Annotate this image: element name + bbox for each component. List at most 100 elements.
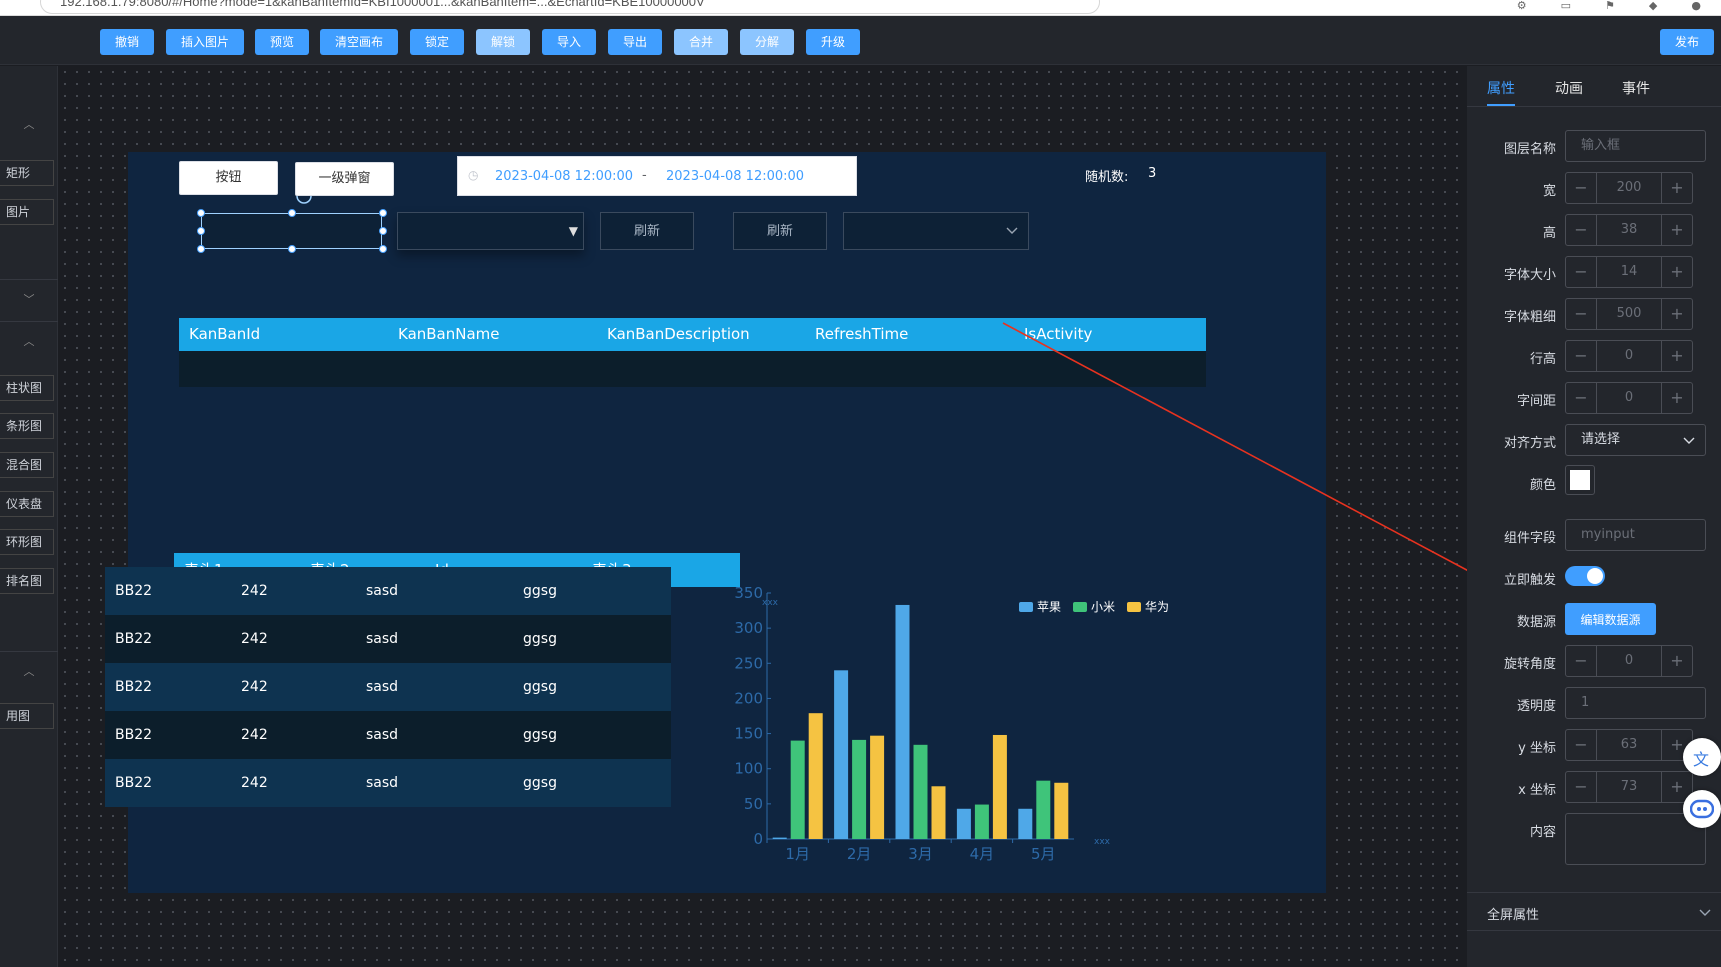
bar-chart[interactable]: xxx 0 50 100 150 200 250 300 350 1月 2月 3月 4月 5月 xxx 苹果 小… [719, 506, 1279, 886]
clear-canvas-button[interactable]: 清空画布 [320, 29, 398, 55]
sidebar-item-ring-chart[interactable]: 环形图 [0, 529, 54, 555]
minus-icon[interactable]: − [1566, 383, 1597, 413]
x-coord-stepper[interactable]: −73 + [1565, 771, 1693, 803]
url-text[interactable]: 192.168.1.79:8080/#/Home?mode=1&kanBanIt… [60, 0, 705, 9]
rotate-handle-icon[interactable] [294, 195, 314, 205]
editor-canvas[interactable]: 按钮 一级弹窗 ◷ 2023-04-08 12:00:00 - 2023-04-… [59, 66, 1467, 967]
assistant-icon[interactable] [1683, 790, 1721, 828]
unlock-button[interactable]: 解锁 [476, 29, 530, 55]
sidebar-item-gauge[interactable]: 仪表盘 [0, 491, 54, 517]
plus-icon[interactable]: + [1661, 341, 1692, 371]
opacity-input[interactable]: 1 [1565, 687, 1706, 719]
chevron-down-icon[interactable] [1699, 909, 1711, 917]
refresh-button-2[interactable]: 刷新 [733, 212, 827, 250]
column-header[interactable]: IsActivity [1024, 318, 1092, 351]
table-row[interactable]: BB22 242 sasd ggsg [105, 567, 671, 615]
minus-icon[interactable]: − [1566, 173, 1597, 203]
minus-icon[interactable]: − [1566, 257, 1597, 287]
sidebar-item-rect[interactable]: 矩形 [0, 160, 54, 186]
bar-3月-苹果 [895, 604, 910, 839]
height-stepper[interactable]: −38 + [1565, 214, 1693, 246]
font-size-stepper[interactable]: −14 + [1565, 256, 1693, 288]
sidebar-item-image[interactable]: 图片 [0, 199, 54, 225]
flag-icon[interactable]: ⚑ [1605, 0, 1615, 11]
table-row[interactable]: BB22 242 sasd ggsg [105, 663, 671, 711]
plus-icon[interactable]: + [1661, 257, 1692, 287]
column-header[interactable]: KanBanName [398, 318, 500, 351]
y-coord-stepper[interactable]: −63 + [1565, 729, 1693, 761]
window-icon[interactable]: ▭ [1561, 0, 1571, 11]
minus-icon[interactable]: − [1566, 215, 1597, 245]
merge-button[interactable]: 合并 [674, 29, 728, 55]
font-weight-stepper[interactable]: −500 + [1565, 298, 1693, 330]
plus-icon[interactable]: + [1661, 215, 1692, 245]
field-input[interactable]: myinput [1565, 519, 1706, 551]
insert-image-button[interactable]: 插入图片 [166, 29, 244, 55]
date-start[interactable]: 2023-04-08 12:00:00 [495, 169, 633, 184]
collapse-up-icon[interactable]: ︿ [0, 322, 58, 362]
dropdown-select-1[interactable]: ▼ [397, 212, 584, 250]
publish-button[interactable]: 发布 [1660, 29, 1714, 55]
split-button[interactable]: 分解 [740, 29, 794, 55]
table-row[interactable]: BB22 242 sasd ggsg [105, 615, 671, 663]
column-header[interactable]: KanBanDescription [607, 318, 750, 351]
column-header[interactable]: RefreshTime [815, 318, 908, 351]
minus-icon[interactable]: − [1566, 299, 1597, 329]
trigger-toggle[interactable] [1565, 566, 1605, 586]
browser-icons: ⚙ ▭ ⚑ ◆ ● [1517, 0, 1701, 11]
color-picker[interactable] [1565, 465, 1595, 495]
import-button[interactable]: 导入 [542, 29, 596, 55]
selection-handles[interactable] [196, 208, 388, 254]
content-textarea[interactable] [1565, 813, 1706, 865]
sidebar-item-rank-chart[interactable]: 排名图 [0, 568, 54, 594]
x-coord-label: x 坐标 [1518, 783, 1556, 798]
popup-button-widget[interactable]: 一级弹窗 [295, 162, 394, 196]
plus-icon[interactable]: + [1661, 173, 1692, 203]
line-height-stepper[interactable]: −0 + [1565, 340, 1693, 372]
sidebar-item-misc[interactable]: 用图 [0, 703, 54, 729]
chevron-down-icon[interactable]: ﹀ [0, 280, 58, 320]
collapse-up-icon[interactable]: ︿ [0, 652, 58, 692]
extension-icon[interactable]: ⚙ [1517, 0, 1527, 11]
avatar[interactable]: ● [1691, 0, 1701, 11]
align-select[interactable]: 请选择 [1565, 424, 1706, 456]
x-tick-label: 2月 [847, 845, 872, 863]
sidebar-item-bar-chart[interactable]: 柱状图 [0, 375, 54, 401]
bar-1月-苹果 [772, 837, 787, 839]
letter-spacing-stepper[interactable]: −0 + [1565, 382, 1693, 414]
undo-button[interactable]: 撤销 [100, 29, 154, 55]
tab-events[interactable]: 事件 [1622, 78, 1650, 98]
date-end[interactable]: 2023-04-08 12:00:00 [666, 169, 804, 184]
sidebar-item-hbar-chart[interactable]: 条形图 [0, 413, 54, 439]
table-row[interactable]: BB22 242 sasd ggsg [105, 759, 671, 807]
rotate-stepper[interactable]: −0 + [1565, 645, 1693, 677]
tab-properties[interactable]: 属性 [1487, 78, 1515, 98]
preview-button[interactable]: 预览 [255, 29, 309, 55]
plus-icon[interactable]: + [1661, 646, 1692, 676]
y-coord-label: y 坐标 [1518, 741, 1556, 756]
refresh-button-1[interactable]: 刷新 [600, 212, 694, 250]
export-button[interactable]: 导出 [608, 29, 662, 55]
dropdown-select-2[interactable] [843, 212, 1029, 250]
plus-icon[interactable]: + [1661, 299, 1692, 329]
upgrade-button[interactable]: 升级 [806, 29, 860, 55]
minus-icon[interactable]: − [1566, 341, 1597, 371]
translate-icon[interactable]: 文 [1683, 738, 1721, 776]
lock-button[interactable]: 锁定 [410, 29, 464, 55]
sidebar-item-mixed-chart[interactable]: 混合图 [0, 452, 54, 478]
puzzle-icon[interactable]: ◆ [1649, 0, 1657, 11]
minus-icon[interactable]: − [1566, 730, 1597, 760]
layer-name-input[interactable]: 输入框 [1565, 130, 1706, 162]
collapse-up-icon[interactable]: ︿ [0, 105, 58, 145]
plus-icon[interactable]: + [1661, 383, 1692, 413]
edit-datasource-button[interactable]: 编辑数据源 [1565, 603, 1656, 635]
date-range-picker[interactable]: ◷ 2023-04-08 12:00:00 - 2023-04-08 12:00… [457, 156, 857, 196]
width-stepper[interactable]: −200 + [1565, 172, 1693, 204]
table-row[interactable]: BB22 242 sasd ggsg [105, 711, 671, 759]
button-widget[interactable]: 按钮 [179, 161, 278, 195]
minus-icon[interactable]: − [1566, 772, 1597, 802]
fullscreen-section-title[interactable]: 全屏属性 [1487, 904, 1539, 923]
tab-animation[interactable]: 动画 [1555, 78, 1583, 98]
minus-icon[interactable]: − [1566, 646, 1597, 676]
column-header[interactable]: KanBanId [189, 318, 260, 351]
